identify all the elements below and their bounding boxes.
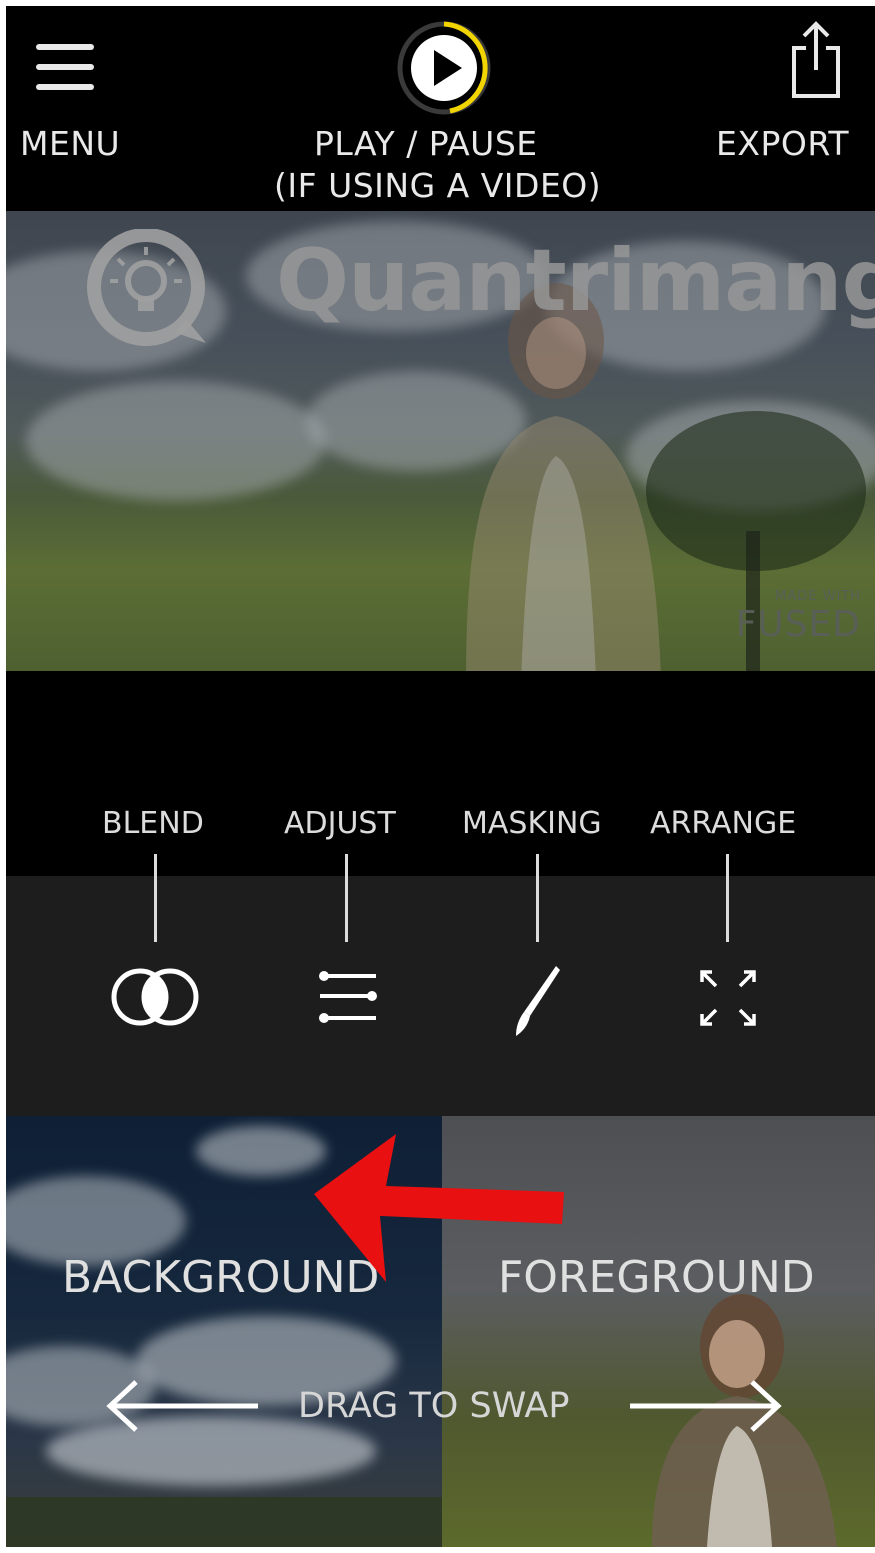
app-screen: MENU PLAY / PAUSE (IF USING A VIDEO) EXP… [6,6,875,1547]
export-label: EXPORT [716,124,850,163]
adjust-button[interactable] [312,966,382,1034]
lightbulb-logo-icon [87,229,206,346]
masking-button[interactable] [508,962,568,1042]
arrange-button[interactable] [694,964,762,1036]
callout-line [345,854,348,942]
menu-label: MENU [20,124,121,163]
blend-button[interactable] [110,962,200,1036]
made-with-text: MADE WITH [775,589,861,604]
annotation-arrow-icon [314,1134,564,1282]
export-button[interactable] [786,20,846,100]
arrow-right-icon [630,1380,782,1432]
drag-to-swap-label: DRAG TO SWAP [298,1386,570,1426]
share-icon [792,21,840,98]
callout-line [536,854,539,942]
watermark-logo: Quantrimang [76,229,875,349]
fused-text: FUSED [735,604,861,645]
menu-bar-line [36,44,94,50]
watermark-text: Quantrimang [276,231,875,331]
masking-label: MASKING [462,806,602,841]
menu-bar-line [36,84,94,90]
play-pause-sublabel: (IF USING A VIDEO) [274,166,602,205]
expand-arrows-icon [700,970,756,1026]
sliders-icon [319,971,377,1023]
blend-icon [111,968,199,1026]
menu-button[interactable] [34,40,100,96]
adjust-label: ADJUST [284,806,396,841]
play-pause-button[interactable] [394,18,494,118]
top-bar: MENU PLAY / PAUSE (IF USING A VIDEO) EXP… [6,6,875,211]
arrow-left-icon [106,1380,258,1432]
play-icon [397,21,491,115]
preview-canvas[interactable]: Quantrimang MADE WITH FUSED [6,211,875,671]
blend-label: BLEND [102,806,204,841]
grass-strip-image [6,1497,442,1547]
play-pause-label: PLAY / PAUSE [314,124,538,163]
brush-icon [516,966,560,1036]
arrange-label: ARRANGE [650,806,797,841]
menu-bar-line [36,64,94,70]
made-with-fused-badge: MADE WITH FUSED [736,589,861,645]
callout-line [726,854,729,942]
callout-line [154,854,157,942]
